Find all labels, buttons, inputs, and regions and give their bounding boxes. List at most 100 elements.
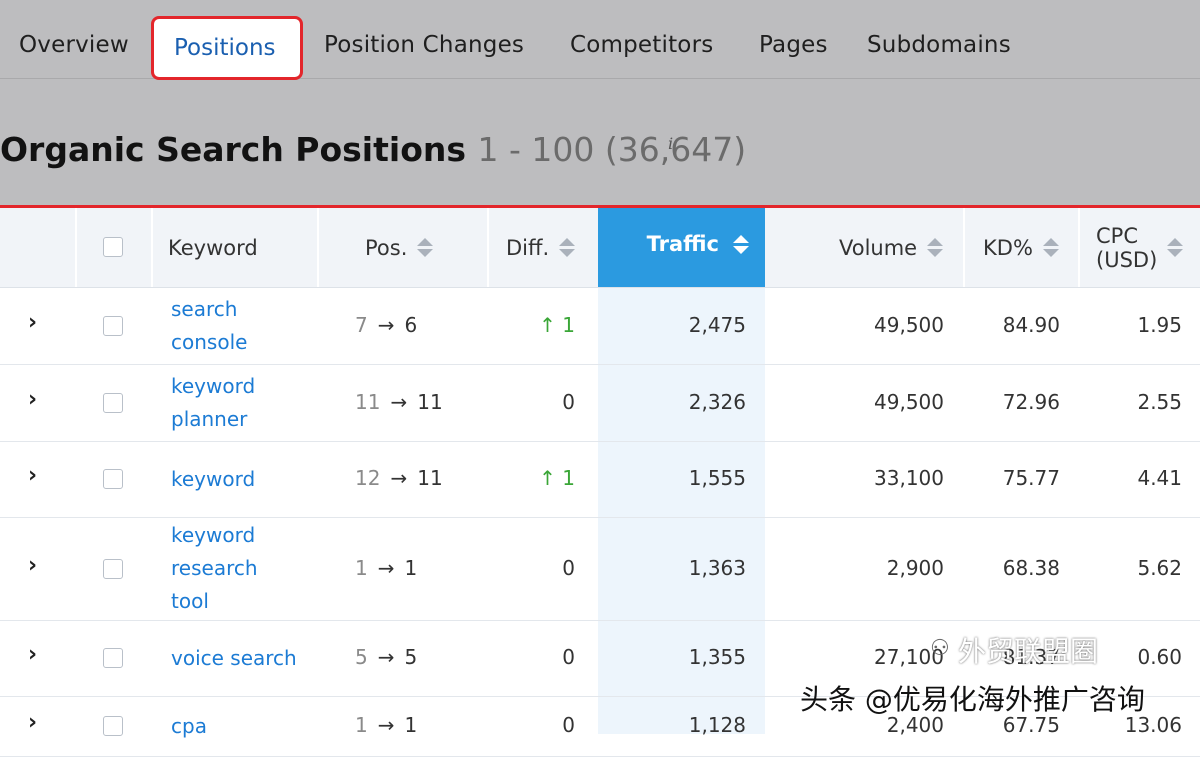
column-divider: [75, 208, 77, 287]
tab-positions[interactable]: Positions: [174, 35, 276, 61]
arrow-right-icon: →: [377, 645, 395, 669]
diff-value: ↑ 1: [539, 466, 575, 490]
column-header-kd[interactable]: KD%: [983, 208, 1059, 287]
tab-pages[interactable]: Pages: [759, 32, 828, 58]
keyword-link[interactable]: keyword: [171, 463, 255, 496]
page-title: Organic Search Positions 1 - 100 (36,647…: [0, 130, 746, 169]
select-all-checkbox[interactable]: [103, 237, 123, 257]
expand-row-icon[interactable]: ›: [28, 310, 37, 335]
keyword-link[interactable]: voice search: [171, 642, 297, 675]
column-label-cpc-line2: (USD): [1096, 247, 1158, 272]
expand-row-icon[interactable]: ›: [28, 463, 37, 488]
report-header: Overview Positions Position Changes Comp…: [0, 0, 1200, 206]
position-to: 11: [417, 389, 443, 414]
keyword-line: voice search: [171, 645, 297, 670]
column-label-traffic: Traffic: [646, 232, 719, 256]
watermark-caption: 头条 @优易化海外推广咨询: [800, 683, 1145, 716]
position-from: 11: [355, 389, 381, 414]
keyword-link[interactable]: search console: [171, 293, 247, 359]
sort-icon: [927, 238, 944, 257]
column-header-diff[interactable]: Diff.: [506, 208, 576, 287]
keyword-line: console: [171, 330, 248, 354]
keyword-line: planner: [171, 406, 248, 431]
keyword-line: tool: [171, 589, 209, 613]
traffic-value: 1,363: [688, 555, 746, 580]
arrow-right-icon: →: [390, 389, 408, 414]
row-checkbox[interactable]: [103, 469, 123, 489]
sort-icon: [1167, 238, 1184, 257]
position-from: 7: [355, 313, 368, 337]
cpc-value: 2.55: [1137, 389, 1182, 414]
sort-icon: [559, 238, 576, 257]
diff-value: 0: [562, 555, 575, 580]
tab-overview[interactable]: Overview: [19, 32, 129, 58]
kd-value: 68.38: [1002, 555, 1060, 580]
volume-value: 49,500: [874, 389, 944, 414]
column-divider: [317, 208, 319, 287]
row-checkbox[interactable]: [103, 392, 123, 413]
expand-row-icon[interactable]: ›: [28, 710, 37, 735]
column-label-diff: Diff.: [506, 235, 550, 260]
keyword-line: cpa: [171, 713, 207, 738]
watermark-text: 外贸联盟圈: [958, 635, 1099, 668]
position-to: 11: [417, 466, 443, 490]
expand-row-icon[interactable]: ›: [28, 642, 37, 667]
volume-value: 33,100: [874, 466, 944, 490]
arrow-right-icon: →: [390, 466, 408, 490]
column-label-volume: Volume: [839, 235, 918, 260]
position-to: 6: [404, 313, 418, 337]
row-checkbox[interactable]: [103, 648, 123, 668]
column-divider: [963, 208, 965, 287]
position-change: 1 → 1: [355, 556, 455, 580]
column-header-cpc[interactable]: CPC (USD): [1096, 208, 1184, 287]
keyword-link[interactable]: keyword research tool: [171, 519, 258, 618]
keyword-link[interactable]: keyword planner: [171, 370, 255, 436]
column-header-pos[interactable]: Pos.: [365, 208, 434, 287]
row-checkbox[interactable]: [103, 716, 123, 736]
row-checkbox[interactable]: [103, 558, 123, 579]
column-divider: [1078, 208, 1080, 287]
column-label-cpc-line1: CPC: [1096, 223, 1138, 248]
column-divider: [151, 208, 153, 287]
table-row[interactable]: › search console 7 → 6 ↑ 1 2,475 49,500 84.90 1.95: [0, 288, 1200, 365]
position-from: 1: [355, 713, 368, 737]
tab-subdomains[interactable]: Subdomains: [867, 32, 1011, 58]
tab-competitors[interactable]: Competitors: [570, 32, 713, 58]
arrow-right-icon: →: [377, 713, 395, 737]
position-to: 1: [404, 713, 418, 737]
table-row[interactable]: › keyword 12 → 11 ↑ 1 1,555 33,100 75.77 4.41: [0, 441, 1200, 518]
traffic-value: 1,355: [688, 645, 746, 669]
position-from: 5: [355, 645, 368, 669]
traffic-value: 2,475: [688, 313, 746, 337]
keyword-line: search: [171, 297, 238, 321]
wechat-icon: ⚇: [930, 636, 950, 661]
tab-position-changes[interactable]: Position Changes: [324, 32, 524, 58]
sort-icon: [417, 238, 434, 257]
column-label-kd: KD%: [983, 235, 1033, 260]
position-change: 12 → 11: [355, 466, 455, 490]
column-header-volume[interactable]: Volume: [839, 208, 944, 287]
table-row[interactable]: › keyword research tool 1 → 1 0 1,363 2,900 68.38 5…: [0, 517, 1200, 621]
column-header-keyword[interactable]: Keyword: [168, 208, 258, 287]
table-row[interactable]: › keyword planner 11 → 11 0 2,326 49,500 72.96 2.5…: [0, 364, 1200, 442]
expand-row-icon[interactable]: ›: [28, 553, 37, 578]
keyword-line: keyword: [171, 466, 256, 491]
diff-value: 0: [562, 389, 575, 414]
cpc-value: 5.62: [1137, 555, 1182, 580]
position-from: 12: [355, 466, 381, 490]
info-icon[interactable]: i: [668, 134, 673, 153]
row-checkbox[interactable]: [103, 316, 123, 336]
column-label-keyword: Keyword: [168, 235, 258, 260]
traffic-value: 2,326: [688, 389, 746, 414]
diff-value: 0: [562, 713, 575, 737]
column-label-pos: Pos.: [365, 235, 408, 260]
column-header-traffic[interactable]: Traffic: [598, 208, 765, 287]
sort-active-icon: [733, 235, 749, 254]
diff-value: 0: [562, 645, 575, 669]
column-divider: [487, 208, 489, 287]
kd-value: 84.90: [1002, 313, 1060, 337]
expand-row-icon[interactable]: ›: [28, 387, 37, 412]
keyword-link[interactable]: cpa: [171, 710, 207, 743]
volume-value: 49,500: [874, 313, 944, 337]
traffic-value: 1,555: [688, 466, 746, 490]
